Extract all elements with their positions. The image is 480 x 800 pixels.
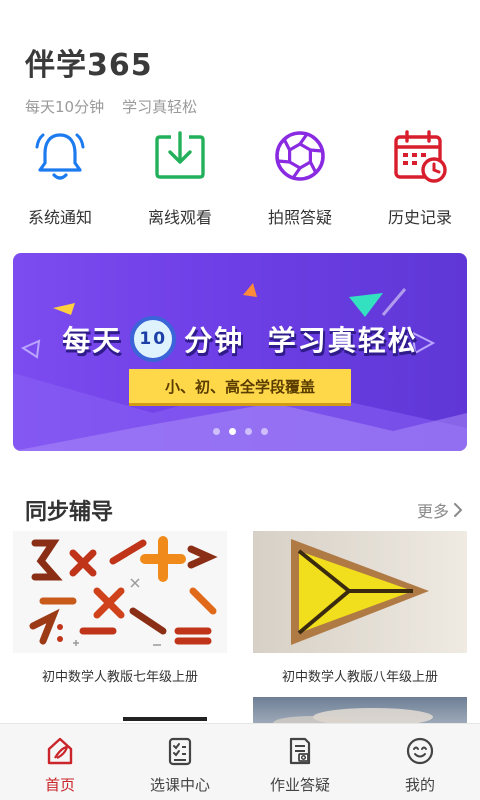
app-title: 伴学365 bbox=[25, 48, 153, 83]
tab-home[interactable]: 首页 bbox=[0, 724, 120, 800]
banner-ribbon: 小、初、高全学段覆盖 bbox=[129, 369, 351, 403]
more-link[interactable]: 更多 bbox=[417, 498, 463, 522]
bottom-tab-bar: 首页 选课中心 作业答疑 我的 bbox=[0, 723, 480, 800]
carousel-dot[interactable] bbox=[260, 428, 268, 435]
carousel-dots bbox=[13, 428, 467, 435]
course-card[interactable]: 初中数学人教版七年级上册 bbox=[13, 531, 227, 685]
banner-headline: 每天 10 分钟 学习真轻松 bbox=[13, 316, 467, 362]
quick-actions: 系统通知 离线观看 拍照答疑 历史记录 bbox=[0, 128, 480, 228]
course-caption: 初中数学人教版七年级上册 bbox=[41, 670, 198, 685]
quick-action-photo-qa[interactable]: 拍照答疑 bbox=[240, 128, 360, 228]
more-label: 更多 bbox=[416, 502, 449, 521]
tab-label: 选课中心 bbox=[149, 776, 210, 794]
home-icon bbox=[45, 736, 75, 766]
app-slogan: 每天10分钟 学习真轻松 bbox=[25, 96, 197, 117]
quick-action-label: 系统通知 bbox=[27, 208, 92, 227]
quick-action-history[interactable]: 历史记录 bbox=[360, 128, 480, 228]
quick-action-label: 历史记录 bbox=[387, 208, 452, 227]
header: 伴学365 每天10分钟 学习真轻松 bbox=[25, 40, 197, 117]
tab-profile[interactable]: 我的 bbox=[360, 724, 480, 800]
checklist-icon bbox=[165, 736, 195, 766]
tab-label: 我的 bbox=[404, 776, 435, 794]
tab-homework-qa[interactable]: 作业答疑 bbox=[240, 724, 360, 800]
banner-headline-part1: 每天 bbox=[62, 324, 123, 357]
download-icon bbox=[152, 128, 208, 184]
bell-icon bbox=[32, 128, 88, 184]
slogan-part-2: 学习真轻松 bbox=[122, 98, 198, 116]
camera-aperture-icon bbox=[272, 128, 328, 184]
quick-action-notifications[interactable]: 系统通知 bbox=[0, 128, 120, 228]
calendar-clock-icon bbox=[392, 128, 448, 184]
carousel-dot[interactable] bbox=[244, 428, 252, 435]
quick-action-offline[interactable]: 离线观看 bbox=[120, 128, 240, 228]
slogan-part-1: 每天10分钟 bbox=[25, 98, 105, 116]
smiley-icon bbox=[405, 736, 435, 766]
quick-action-label: 离线观看 bbox=[147, 208, 212, 227]
course-caption: 初中数学人教版八年级上册 bbox=[281, 670, 438, 685]
quick-action-label: 拍照答疑 bbox=[267, 208, 332, 227]
homework-doc-icon bbox=[285, 736, 315, 766]
course-thumbnail-math-symbols bbox=[13, 531, 227, 653]
banner-headline-part2: 分钟 学习真轻松 bbox=[184, 324, 418, 357]
alarm-clock-icon: 10 bbox=[130, 316, 177, 362]
course-card[interactable]: 初中数学人教版八年级上册 bbox=[253, 531, 467, 685]
course-thumbnail-triangle bbox=[253, 531, 467, 653]
carousel-dot-active[interactable] bbox=[228, 428, 236, 435]
tab-label: 作业答疑 bbox=[269, 776, 330, 794]
carousel-dot[interactable] bbox=[212, 428, 220, 435]
tab-course-center[interactable]: 选课中心 bbox=[120, 724, 240, 800]
sync-tutoring-header: 同步辅导 更多 bbox=[25, 494, 463, 526]
chevron-right-icon bbox=[454, 503, 462, 517]
promo-banner[interactable]: 每天 10 分钟 学习真轻松 小、初、高全学段覆盖 bbox=[13, 253, 467, 451]
section-title: 同步辅导 bbox=[25, 500, 114, 525]
tab-label: 首页 bbox=[44, 776, 75, 794]
clock-number: 10 bbox=[139, 329, 168, 349]
